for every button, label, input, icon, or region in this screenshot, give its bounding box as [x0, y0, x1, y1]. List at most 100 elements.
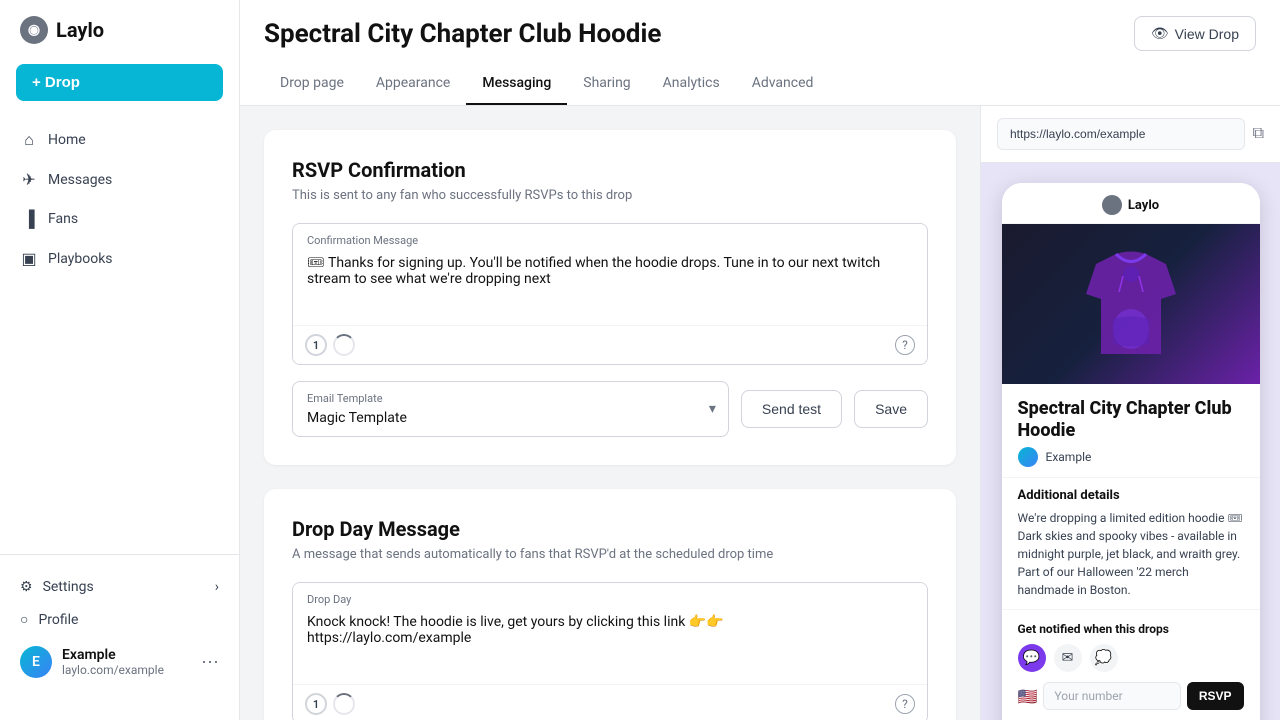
- rsvp-card-desc: This is sent to any fan who successfully…: [292, 188, 928, 203]
- sidebar-item-messages-label: Messages: [48, 172, 112, 188]
- drop-day-textarea[interactable]: [293, 610, 927, 680]
- tab-sharing[interactable]: Sharing: [567, 63, 646, 105]
- phone-product-title: Spectral City Chapter Club Hoodie: [1002, 384, 1260, 447]
- tab-drop-page[interactable]: Drop page: [264, 63, 360, 105]
- main-area: Spectral City Chapter Club Hoodie 👁 View…: [240, 0, 1280, 720]
- phone-number-input[interactable]: Your number: [1043, 682, 1180, 710]
- new-drop-button[interactable]: + Drop: [16, 64, 223, 101]
- drop-day-label: Drop Day: [293, 583, 927, 610]
- email-template-label: Email Template: [307, 392, 714, 405]
- home-icon: ⌂: [20, 130, 38, 150]
- sidebar-user[interactable]: E Example laylo.com/example ⋯: [12, 636, 227, 688]
- chat-notify-icon: 💭: [1090, 644, 1118, 672]
- app-logo: ◉ Laylo: [0, 16, 239, 64]
- phone-notify-section: Get notified when this drops 💬 ✉ 💭 🇺🇸 Yo…: [1002, 609, 1260, 720]
- email-template-select[interactable]: Email Template Magic Template ▾: [292, 381, 729, 437]
- phone-notify-title: Get notified when this drops: [1018, 622, 1244, 636]
- drop-day-card: Drop Day Message A message that sends au…: [264, 489, 956, 720]
- rsvp-confirmation-card: RSVP Confirmation This is sent to any fa…: [264, 130, 956, 465]
- logo-icon: ◉: [20, 16, 48, 44]
- confirmation-message-label: Confirmation Message: [293, 224, 927, 251]
- user-info: Example laylo.com/example: [62, 647, 191, 677]
- profile-icon: ○: [20, 611, 28, 628]
- playbooks-icon: ▣: [20, 249, 38, 268]
- phone-rsvp-button[interactable]: RSVP: [1187, 682, 1244, 710]
- view-drop-button[interactable]: 👁 View Drop: [1134, 16, 1256, 51]
- profile-label: Profile: [38, 612, 78, 628]
- fans-icon: ▐: [20, 209, 38, 229]
- drop-day-help-icon[interactable]: ?: [895, 694, 915, 714]
- tab-messaging[interactable]: Messaging: [466, 63, 567, 105]
- loading-spinner: [333, 334, 355, 356]
- phone-input-row: 🇺🇸 Your number RSVP: [1018, 682, 1244, 710]
- phone-logo: Laylo: [1102, 195, 1159, 215]
- drop-day-footer-left: 1: [305, 693, 355, 715]
- drop-day-message-wrapper: Drop Day 1 ?: [292, 582, 928, 720]
- sms-notify-icon: 💬: [1018, 644, 1046, 672]
- rsvp-template-row: Email Template Magic Template ▾ Send tes…: [292, 381, 928, 437]
- url-input[interactable]: [997, 118, 1245, 150]
- save-button[interactable]: Save: [854, 390, 928, 428]
- confirmation-message-textarea[interactable]: [293, 251, 927, 321]
- help-icon[interactable]: ?: [895, 335, 915, 355]
- eye-icon: 👁: [1151, 25, 1169, 42]
- sidebar: ◉ Laylo + Drop ⌂ Home ✈ Messages ▐ Fans …: [0, 0, 240, 720]
- email-notify-icon: ✉: [1054, 644, 1082, 672]
- settings-icon: ⚙: [20, 579, 33, 595]
- sidebar-item-home[interactable]: ⌂ Home: [8, 121, 231, 159]
- char-count: 1: [305, 334, 327, 356]
- phone-additional-title: Additional details: [1018, 488, 1244, 503]
- rsvp-card-title: RSVP Confirmation: [292, 158, 928, 182]
- phone-artist-avatar: [1018, 447, 1038, 467]
- middle-panel: RSVP Confirmation This is sent to any fa…: [240, 106, 980, 720]
- chevron-down-icon: ▾: [709, 401, 716, 417]
- tab-analytics[interactable]: Analytics: [647, 63, 736, 105]
- copy-url-button[interactable]: ⧉: [1253, 125, 1264, 143]
- user-name: Example: [62, 647, 191, 663]
- phone-notify-icons: 💬 ✉ 💭: [1018, 644, 1244, 672]
- phone-additional-details: Additional details We're dropping a limi…: [1002, 477, 1260, 609]
- textarea-footer-left: 1: [305, 334, 355, 356]
- sidebar-item-messages[interactable]: ✈ Messages: [8, 161, 231, 198]
- view-drop-label: View Drop: [1175, 26, 1239, 42]
- phone-mockup-section: Laylo: [981, 163, 1280, 720]
- phone-logo-icon: [1102, 195, 1122, 215]
- sidebar-item-settings[interactable]: ⚙ Settings ›: [12, 571, 227, 603]
- sidebar-item-home-label: Home: [48, 132, 86, 148]
- phone-frame: Laylo: [1002, 183, 1260, 720]
- hoodie-svg: [1076, 244, 1186, 364]
- page-title: Spectral City Chapter Club Hoodie: [264, 19, 1118, 49]
- sidebar-item-playbooks[interactable]: ▣ Playbooks: [8, 240, 231, 277]
- tab-appearance[interactable]: Appearance: [360, 63, 466, 105]
- sidebar-item-playbooks-label: Playbooks: [48, 251, 113, 267]
- sidebar-item-fans[interactable]: ▐ Fans: [8, 200, 231, 238]
- sidebar-bottom: ⚙ Settings › ○ Profile E Example laylo.c…: [0, 554, 239, 704]
- drop-day-card-desc: A message that sends automatically to fa…: [292, 547, 928, 562]
- email-template-value: Magic Template: [307, 410, 407, 426]
- sidebar-item-fans-label: Fans: [48, 211, 78, 227]
- tab-advanced[interactable]: Advanced: [736, 63, 830, 105]
- header-top: Spectral City Chapter Club Hoodie 👁 View…: [264, 0, 1256, 63]
- flag-icon: 🇺🇸: [1018, 687, 1038, 706]
- logo-text: Laylo: [56, 18, 104, 42]
- drop-day-textarea-footer: 1 ?: [293, 684, 927, 720]
- preview-panel: ⧉ Laylo: [980, 106, 1280, 720]
- phone-artist-row: Example: [1002, 447, 1260, 477]
- drop-day-char-count: 1: [305, 693, 327, 715]
- settings-label: Settings: [43, 579, 94, 595]
- messages-icon: ✈: [20, 170, 38, 189]
- phone-logo-text: Laylo: [1128, 198, 1159, 213]
- drop-day-card-title: Drop Day Message: [292, 517, 928, 541]
- user-menu-dots[interactable]: ⋯: [201, 652, 219, 673]
- confirmation-textarea-footer: 1 ?: [293, 325, 927, 364]
- phone-additional-text: We're dropping a limited edition hoodie …: [1018, 509, 1244, 599]
- send-test-button[interactable]: Send test: [741, 390, 842, 428]
- page-header: Spectral City Chapter Club Hoodie 👁 View…: [240, 0, 1280, 106]
- phone-artist-name: Example: [1046, 450, 1092, 464]
- url-bar-section: ⧉: [981, 106, 1280, 163]
- drop-day-loading-spinner: [333, 693, 355, 715]
- sidebar-item-profile[interactable]: ○ Profile: [12, 603, 227, 636]
- content-area: RSVP Confirmation This is sent to any fa…: [240, 106, 1280, 720]
- user-url: laylo.com/example: [62, 663, 191, 677]
- chevron-right-icon: ›: [215, 579, 219, 595]
